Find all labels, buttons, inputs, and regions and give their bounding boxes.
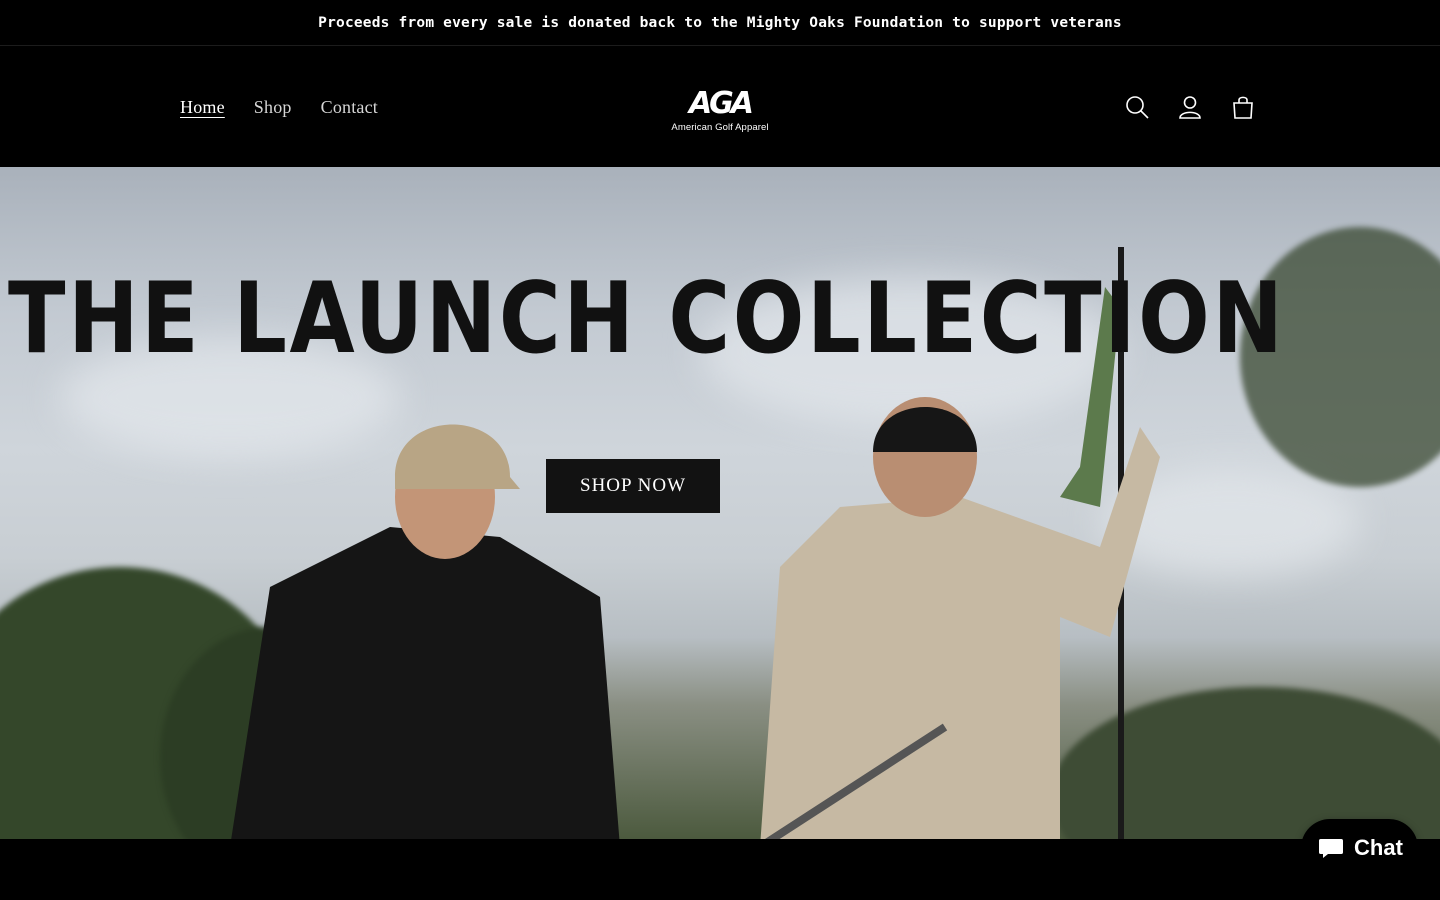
search-icon bbox=[1125, 96, 1149, 119]
chat-button[interactable]: Chat bbox=[1301, 819, 1418, 877]
account-icon bbox=[1178, 96, 1201, 119]
account-button[interactable] bbox=[1163, 85, 1216, 129]
golfer-right-cap bbox=[873, 407, 977, 452]
search-button[interactable] bbox=[1110, 85, 1163, 129]
logo-subtitle: American Golf Apparel bbox=[671, 122, 769, 133]
site-header: Home Shop Contact AGA American Golf Appa… bbox=[0, 47, 1440, 167]
logo-mark: AGA bbox=[688, 86, 754, 121]
golfer-left-shirt bbox=[231, 527, 620, 839]
cart-button[interactable] bbox=[1216, 85, 1269, 129]
announcement-text: Proceeds from every sale is donated back… bbox=[318, 14, 1122, 31]
nav-link-shop[interactable]: Shop bbox=[254, 97, 292, 118]
golfer-left-cap bbox=[395, 424, 520, 489]
hero-title: THE LAUNCH COLLECTION bbox=[8, 262, 1286, 376]
site-logo[interactable]: AGA American Golf Apparel bbox=[655, 89, 785, 137]
below-hero-section bbox=[0, 839, 1440, 900]
main-nav: Home Shop Contact bbox=[180, 47, 407, 167]
chat-bubble-icon bbox=[1319, 839, 1344, 858]
shop-now-button[interactable]: SHOP NOW bbox=[546, 459, 720, 513]
announcement-bar: Proceeds from every sale is donated back… bbox=[0, 0, 1440, 46]
chat-label: Chat bbox=[1354, 835, 1403, 860]
hero-banner: THE LAUNCH COLLECTION SHOP NOW bbox=[0, 167, 1440, 839]
nav-link-contact[interactable]: Contact bbox=[321, 97, 378, 118]
header-icons bbox=[1110, 47, 1269, 167]
nav-link-home[interactable]: Home bbox=[180, 97, 225, 118]
cart-icon bbox=[1232, 96, 1253, 119]
